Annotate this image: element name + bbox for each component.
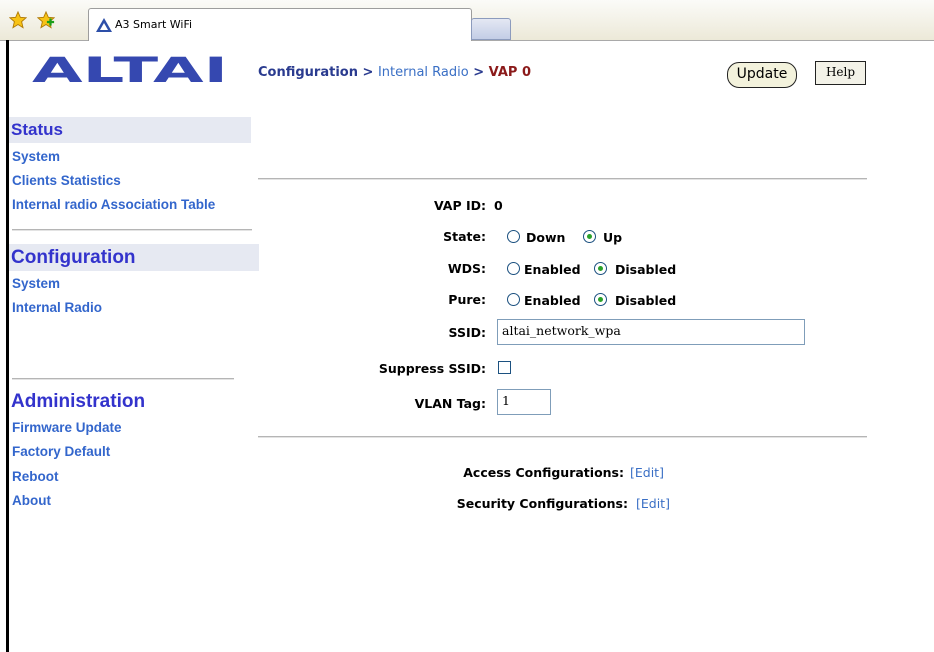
add-favorite-icon[interactable] <box>37 11 55 29</box>
sidebar-separator <box>12 229 252 231</box>
security-config-label: Security Configurations: <box>456 496 628 511</box>
state-up-label: Up <box>603 230 623 245</box>
sidebar-heading-configuration: Configuration <box>9 244 259 271</box>
sidebar-item-status-system[interactable]: System <box>12 149 60 164</box>
browser-tab[interactable]: A3 Smart WiFi <box>88 8 472 41</box>
sidebar-item-firmware-update[interactable]: Firmware Update <box>12 420 122 435</box>
breadcrumb-configuration[interactable]: Configuration <box>258 65 358 80</box>
suppress-ssid-label: Suppress SSID: <box>378 361 486 376</box>
altai-favicon-icon <box>96 18 112 32</box>
pure-enabled-radio[interactable] <box>507 293 520 306</box>
pure-enabled-label: Enabled <box>524 293 581 308</box>
sidebar-item-factory-default[interactable]: Factory Default <box>12 444 110 459</box>
state-up-radio[interactable] <box>583 230 596 243</box>
pure-disabled-label: Disabled <box>615 293 677 308</box>
sidebar-heading-status: Status <box>9 117 251 143</box>
breadcrumb-internal-radio[interactable]: Internal Radio <box>378 65 469 80</box>
wds-enabled-label: Enabled <box>524 262 581 277</box>
vlan-tag-input[interactable]: 1 <box>497 389 551 415</box>
security-config-edit-link[interactable]: [Edit] <box>636 496 670 511</box>
sidebar-item-association-table[interactable]: Internal radio Association Table <box>12 197 215 212</box>
suppress-ssid-checkbox[interactable] <box>498 361 511 374</box>
sidebar-item-config-system[interactable]: System <box>12 276 60 291</box>
vap-id-label: VAP ID: <box>433 198 486 213</box>
wds-disabled-radio[interactable] <box>594 262 607 275</box>
vlan-tag-label: VLAN Tag: <box>414 396 486 411</box>
state-label: State: <box>443 229 486 244</box>
content-separator-top <box>258 178 867 180</box>
tab-title: A3 Smart WiFi <box>115 18 193 31</box>
breadcrumb-separator: > <box>362 65 374 80</box>
wds-disabled-label: Disabled <box>615 262 677 277</box>
update-button[interactable]: Update <box>727 62 797 88</box>
breadcrumb: Configuration > Internal Radio > VAP 0 <box>258 65 531 80</box>
state-down-label: Down <box>526 230 566 245</box>
new-tab-button[interactable] <box>471 18 511 40</box>
wds-enabled-radio[interactable] <box>507 262 520 275</box>
pure-label: Pure: <box>448 292 486 307</box>
breadcrumb-current-page: VAP 0 <box>488 65 532 80</box>
access-config-label: Access Configurations: <box>463 465 624 480</box>
pure-disabled-radio[interactable] <box>594 293 607 306</box>
access-config-edit-link[interactable]: [Edit] <box>630 465 664 480</box>
altai-logo: ALTAI <box>32 54 228 86</box>
browser-tab-bar: A3 Smart WiFi <box>0 0 934 41</box>
ssid-input[interactable]: altai_network_wpa <box>497 319 805 345</box>
sidebar-item-about[interactable]: About <box>12 493 51 508</box>
svg-text:ALTAI: ALTAI <box>32 54 228 86</box>
sidebar-item-internal-radio[interactable]: Internal Radio <box>12 300 102 315</box>
sidebar-separator <box>12 378 234 380</box>
breadcrumb-separator: > <box>473 65 485 80</box>
help-button[interactable]: Help <box>815 61 866 85</box>
ssid-label: SSID: <box>448 325 486 340</box>
sidebar-item-reboot[interactable]: Reboot <box>12 469 59 484</box>
sidebar-heading-administration: Administration <box>11 391 146 412</box>
sidebar-item-clients-statistics[interactable]: Clients Statistics <box>12 173 121 188</box>
wds-label: WDS: <box>447 261 486 276</box>
vap-id-value: 0 <box>494 198 503 213</box>
content-separator-bottom <box>258 436 867 438</box>
favorites-star-icon[interactable] <box>9 11 27 29</box>
state-down-radio[interactable] <box>507 230 520 243</box>
